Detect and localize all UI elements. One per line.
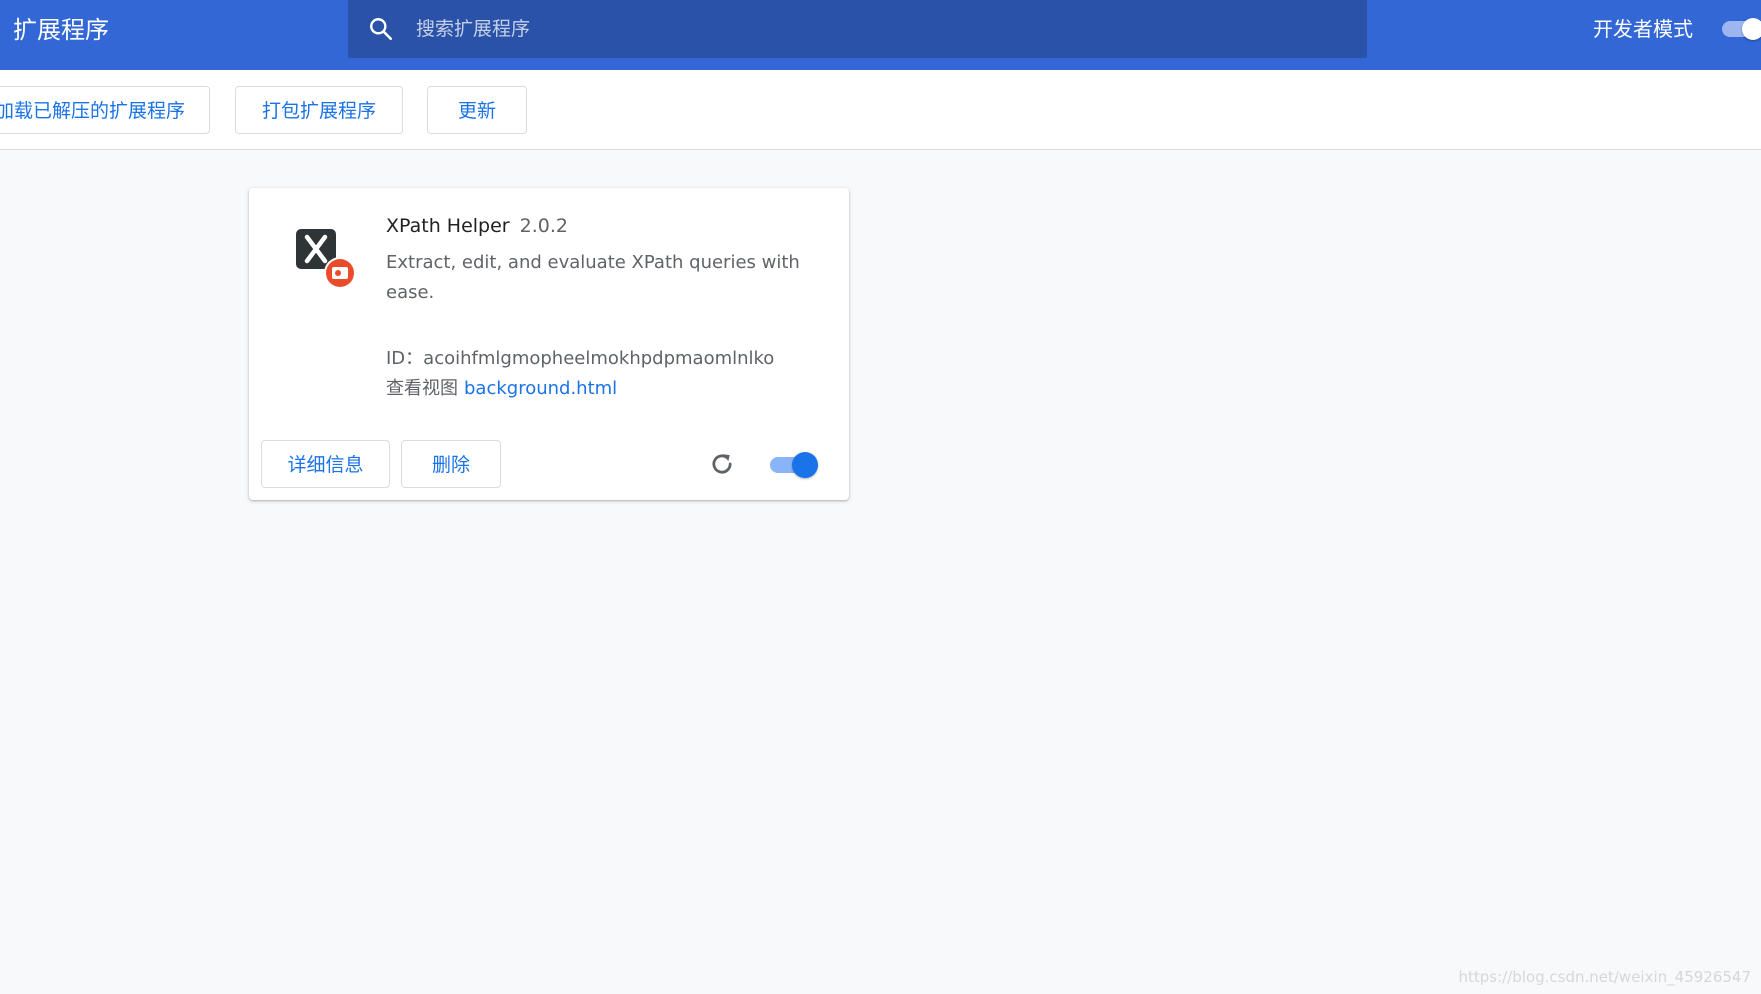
developer-mode-toggle[interactable]: [1722, 18, 1761, 40]
search-box[interactable]: [348, 0, 1367, 58]
header-bar: 扩展程序 开发者模式: [0, 0, 1761, 70]
page-title: 扩展程序: [13, 16, 109, 44]
extension-version: 2.0.2: [519, 215, 568, 237]
search-input[interactable]: [416, 9, 1336, 49]
watermark: https://blog.csdn.net/weixin_45926547: [1458, 968, 1751, 986]
xpath-helper-icon: [296, 229, 356, 289]
developer-mode-label: 开发者模式: [1593, 17, 1693, 41]
inspect-views-label: 查看视图: [386, 378, 458, 399]
extension-description: Extract, edit, and evaluate XPath querie…: [386, 252, 800, 303]
load-unpacked-button[interactable]: 加载已解压的扩展程序: [0, 86, 210, 134]
toggle-knob: [792, 452, 818, 478]
toolbar: 加载已解压的扩展程序 打包扩展程序 更新: [0, 70, 1761, 150]
background-page-link[interactable]: background.html: [464, 378, 617, 399]
toggle-knob: [1742, 18, 1761, 40]
extension-name-row: XPath Helper 2.0.2: [386, 212, 568, 240]
update-button[interactable]: 更新: [427, 86, 527, 134]
details-button[interactable]: 详细信息: [261, 440, 390, 488]
extension-id-value: acoihfmlgmopheelmokhpdpmaomlnlko: [423, 348, 775, 369]
extension-enable-toggle[interactable]: [770, 452, 820, 478]
pack-extension-button[interactable]: 打包扩展程序: [235, 86, 403, 134]
extension-id-row: ID：acoihfmlgmopheelmokhpdpmaomlnlko: [386, 344, 774, 374]
extension-name: XPath Helper: [386, 215, 510, 237]
remove-button[interactable]: 删除: [401, 440, 501, 488]
search-icon[interactable]: [368, 16, 394, 42]
extension-card: XPath Helper 2.0.2 Extract, edit, and eva…: [249, 188, 849, 500]
extension-id-label: ID：: [386, 348, 424, 369]
reload-icon[interactable]: [708, 450, 736, 478]
inspect-views-row: 查看视图 background.html: [386, 374, 617, 404]
